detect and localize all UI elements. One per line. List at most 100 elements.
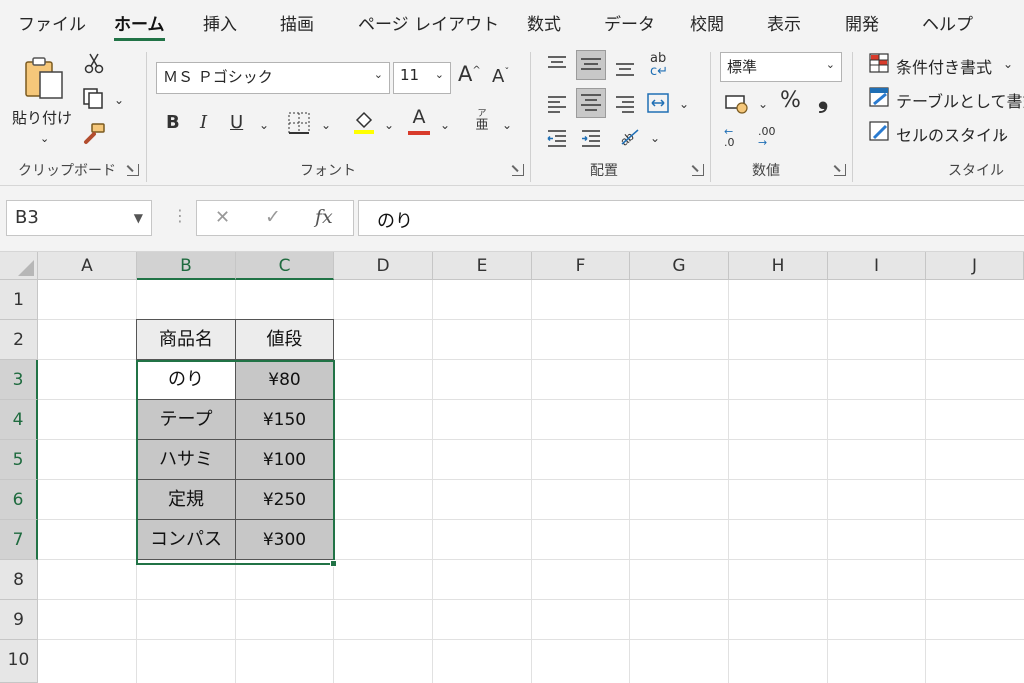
table-cell-name[interactable]: テープ [136,399,236,440]
orientation-dropdown-icon[interactable]: ⌄ [650,132,660,144]
table-cell-name[interactable]: 定規 [136,479,236,520]
format-painter-icon[interactable] [82,122,106,146]
fill-color-dropdown-icon[interactable]: ⌄ [384,119,394,131]
tab-help[interactable]: ヘルプ [922,10,973,35]
column-header-b[interactable]: B [137,252,236,280]
tab-review[interactable]: 校閲 [690,10,724,35]
column-header-i[interactable]: I [828,252,926,280]
row-header-10[interactable]: 10 [0,640,38,683]
column-header-j[interactable]: J [926,252,1024,280]
table-cell-name[interactable]: コンパス [136,519,236,560]
percent-style-button[interactable]: % [780,90,801,112]
align-top-icon[interactable] [546,54,568,74]
conditional-formatting-button[interactable]: 条件付き書式 [896,54,992,78]
column-header-a[interactable]: A [38,252,137,280]
tab-home[interactable]: ホーム [114,10,165,35]
column-header-h[interactable]: H [729,252,828,280]
merge-dropdown-icon[interactable]: ⌄ [679,98,689,110]
align-bottom-icon[interactable] [614,58,636,78]
number-launcher-icon[interactable] [834,164,846,176]
table-cell-price[interactable]: ¥80 [235,359,334,400]
table-cell-price[interactable]: ¥100 [235,439,334,480]
column-header-c[interactable]: C [236,252,334,280]
accounting-format-icon[interactable] [724,92,750,114]
italic-button[interactable]: I [200,114,207,132]
tab-data[interactable]: データ [604,10,655,35]
row-header-8[interactable]: 8 [0,560,38,600]
align-left-icon[interactable] [546,94,568,114]
table-cell-name[interactable]: ハサミ [136,439,236,480]
table-cell-price[interactable]: ¥250 [235,479,334,520]
copy-dropdown-icon[interactable]: ⌄ [114,94,124,106]
tab-draw[interactable]: 描画 [280,10,314,35]
wrap-text-icon[interactable]: ab c↵ [650,52,668,78]
align-right-icon[interactable] [614,94,636,114]
copy-icon[interactable] [82,87,106,109]
column-header-e[interactable]: E [433,252,532,280]
row-header-6[interactable]: 6 [0,480,38,520]
column-header-f[interactable]: F [532,252,630,280]
tab-formulas[interactable]: 数式 [527,10,561,35]
cell-styles-button[interactable]: セルのスタイル [896,122,1008,146]
row-header-5[interactable]: 5 [0,440,38,480]
font-name-select[interactable]: ＭＳ Ｐゴシック ⌄ [156,62,390,94]
cell-styles-dropdown-icon[interactable]: ⌄ [997,126,1007,138]
cut-icon[interactable] [84,52,104,74]
align-center-button[interactable] [576,88,606,118]
formula-input[interactable]: のり [358,200,1024,236]
merge-center-icon[interactable] [646,92,670,114]
borders-icon[interactable] [287,111,311,135]
increase-indent-icon[interactable] [580,128,602,148]
table-header-cell[interactable]: 商品名 [136,319,236,360]
tab-view[interactable]: 表示 [767,10,801,35]
decrease-indent-icon[interactable] [546,128,568,148]
decrease-decimal-icon[interactable]: .00 → [758,126,776,148]
row-header-9[interactable]: 9 [0,600,38,640]
font-color-icon[interactable]: A [408,108,430,136]
number-format-select[interactable]: 標準 ⌄ [720,52,842,82]
font-launcher-icon[interactable] [512,164,524,176]
table-header-cell[interactable]: 値段 [235,319,334,360]
font-color-dropdown-icon[interactable]: ⌄ [440,119,450,131]
alignment-launcher-icon[interactable] [692,164,704,176]
increase-font-icon[interactable]: A^ [458,64,481,85]
tab-developer[interactable]: 開発 [845,10,879,35]
paste-button[interactable]: 貼り付け ⌄ [10,52,76,152]
format-as-table-button[interactable]: テーブルとして書式 [896,88,1024,112]
table-cell-price[interactable]: ¥300 [235,519,334,560]
row-header-7[interactable]: 7 [0,520,38,560]
comma-style-button[interactable]: ❟ [818,86,828,112]
accounting-dropdown-icon[interactable]: ⌄ [758,98,768,110]
font-size-select[interactable]: 11 ⌄ [393,62,451,94]
cancel-icon[interactable]: ✕ [215,207,230,228]
select-all-button[interactable] [0,252,38,280]
column-header-d[interactable]: D [334,252,433,280]
row-header-2[interactable]: 2 [0,320,38,360]
increase-decimal-icon[interactable]: ← .0 [724,126,735,148]
align-middle-button[interactable] [576,50,606,80]
underline-button[interactable]: U [230,114,243,132]
enter-icon[interactable]: ✓ [265,206,281,228]
tab-file[interactable]: ファイル [18,10,86,35]
column-header-g[interactable]: G [630,252,729,280]
row-header-3[interactable]: 3 [0,360,38,400]
fill-color-icon[interactable] [352,108,376,136]
decrease-font-icon[interactable]: Aˇ [492,68,509,86]
table-cell-name[interactable]: のり [136,359,236,400]
table-cell-price[interactable]: ¥150 [235,399,334,440]
row-header-4[interactable]: 4 [0,400,38,440]
phonetic-dropdown-icon[interactable]: ⌄ [502,119,512,131]
tab-page-layout[interactable]: ページ レイアウト [358,10,499,35]
underline-dropdown-icon[interactable]: ⌄ [259,119,269,131]
name-box[interactable]: B3 ▼ [6,200,152,236]
row-header-1[interactable]: 1 [0,280,38,320]
orientation-icon[interactable]: ab [618,124,644,148]
fill-handle[interactable] [330,560,337,567]
insert-function-icon[interactable]: fx [315,206,333,228]
phonetic-guide-icon[interactable]: ア 亜 [474,108,490,132]
conditional-dropdown-icon[interactable]: ⌄ [1003,58,1013,70]
bold-button[interactable]: B [166,114,180,132]
tab-insert[interactable]: 挿入 [203,10,237,35]
borders-dropdown-icon[interactable]: ⌄ [321,119,331,131]
clipboard-launcher-icon[interactable] [127,164,139,176]
